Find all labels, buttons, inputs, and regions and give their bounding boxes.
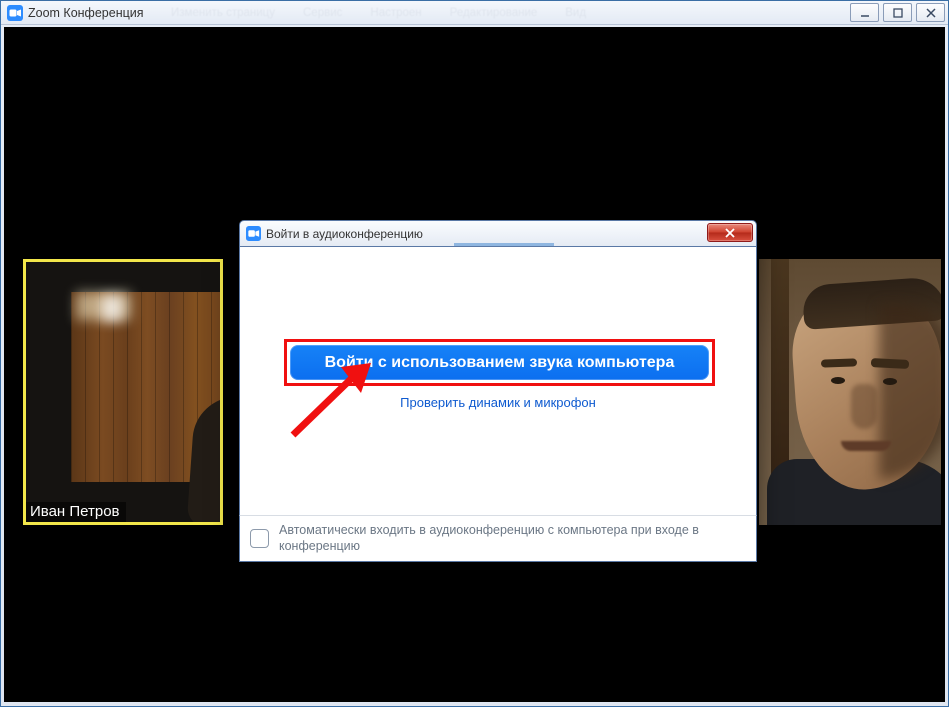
join-with-computer-audio-button[interactable]: Войти с использованием звука компьютера xyxy=(290,345,709,380)
zoom-camera-icon xyxy=(246,226,261,241)
dialog-body: Войти с использованием звука компьютера … xyxy=(239,247,757,515)
video-thumbnail xyxy=(26,262,220,522)
video-thumbnail xyxy=(759,259,941,525)
join-audio-dialog: Войти в аудиоконференцию Войти с использ… xyxy=(239,220,757,558)
titlebar[interactable]: Zoom Конференция Изменить страницу Серви… xyxy=(1,1,948,25)
annotation-highlight-box: Войти с использованием звука компьютера xyxy=(284,339,715,386)
auto-join-audio-label: Автоматически входить в аудиоконференцию… xyxy=(279,523,739,554)
dialog-progress-indicator xyxy=(454,243,554,246)
dialog-footer: Автоматически входить в аудиоконференцию… xyxy=(239,515,757,562)
close-icon xyxy=(724,227,736,239)
active-speaker-tile[interactable]: Иван Петров xyxy=(23,259,223,525)
participant-name-label: Иван Петров xyxy=(26,502,126,522)
test-speaker-mic-link[interactable]: Проверить динамик и микрофон xyxy=(240,395,756,410)
self-preview-tile[interactable] xyxy=(759,259,941,525)
main-window: Zoom Конференция Изменить страницу Серви… xyxy=(0,0,949,707)
close-button[interactable] xyxy=(916,3,945,22)
dialog-title: Войти в аудиоконференцию xyxy=(266,227,423,241)
maximize-button[interactable] xyxy=(883,3,912,22)
app-title: Zoom Конференция xyxy=(28,6,144,20)
window-controls xyxy=(850,3,945,22)
dialog-titlebar[interactable]: Войти в аудиоконференцию xyxy=(239,220,757,247)
minimize-button[interactable] xyxy=(850,3,879,22)
zoom-camera-icon xyxy=(7,5,23,21)
titlebar-menu-ghost: Изменить страницу Сервис Настроен Редакт… xyxy=(171,1,586,24)
auto-join-audio-checkbox[interactable] xyxy=(250,529,269,548)
dialog-close-button[interactable] xyxy=(707,223,753,242)
